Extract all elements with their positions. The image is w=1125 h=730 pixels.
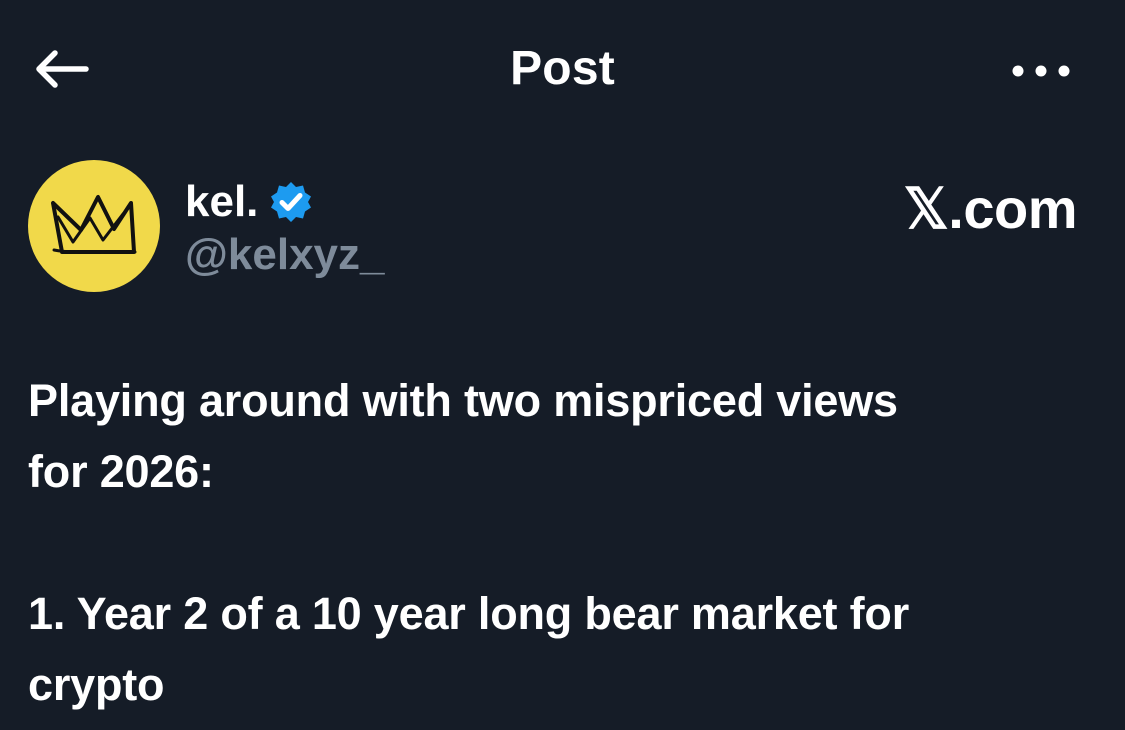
author-handle[interactable]: @kelxyz_ <box>185 226 384 284</box>
more-options-button[interactable] <box>1008 56 1074 86</box>
verified-badge-icon <box>271 182 312 222</box>
arrow-left-icon <box>36 50 89 88</box>
author-name-row[interactable]: kel. <box>185 176 312 228</box>
more-horizontal-icon <box>1012 65 1070 77</box>
display-name[interactable]: kel. <box>185 176 258 228</box>
avatar[interactable] <box>28 160 160 292</box>
post-body: Playing around with two mispriced views … <box>28 365 1098 720</box>
post-text-line: Playing around with two mispriced views <box>28 375 898 426</box>
post-text-line: 1. Year 2 of a 10 year long bear market … <box>28 588 910 639</box>
top-navigation-bar: Post <box>0 0 1125 140</box>
page-title: Post <box>510 42 615 95</box>
post-text-line: crypto <box>28 659 165 710</box>
watermark-text: 𝕏.com <box>903 177 1078 240</box>
post-text-line: for 2026: <box>28 446 214 497</box>
back-button[interactable] <box>30 40 92 98</box>
crown-icon <box>51 195 137 254</box>
